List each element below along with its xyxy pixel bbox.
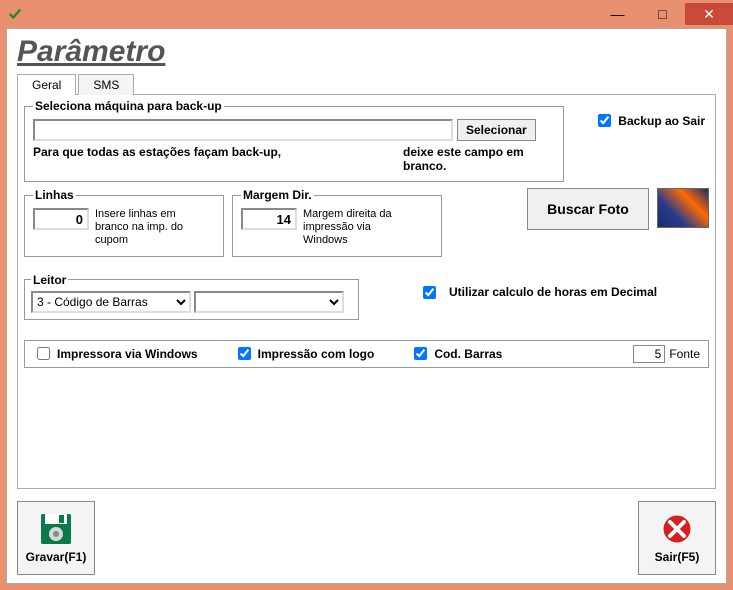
decimal-checkbox[interactable]: Utilizar calculo de horas em Decimal (419, 283, 663, 302)
titlebar: — □ ✕ (0, 0, 733, 28)
leitor-select-2[interactable] (194, 291, 344, 313)
linhas-desc: Insere linhas em branco na imp. do cupom (95, 208, 205, 248)
backup-path-input[interactable] (33, 119, 453, 141)
fieldset-linhas: Linhas Insere linhas em branco na imp. d… (24, 188, 224, 257)
exit-icon (660, 512, 694, 546)
selecionar-button[interactable]: Selecionar (457, 119, 536, 141)
leitor-select[interactable]: 3 - Código de Barras (31, 291, 191, 313)
fonte-input[interactable] (633, 345, 665, 363)
close-button[interactable]: ✕ (685, 3, 733, 25)
fonte-label: Fonte (669, 347, 700, 361)
linhas-legend: Linhas (33, 188, 76, 202)
decimal-input[interactable] (423, 286, 436, 299)
fieldset-backup: Seleciona máquina para back-up Seleciona… (24, 99, 564, 182)
cod-barras-checkbox[interactable]: Cod. Barras (410, 344, 502, 363)
impressora-checkbox[interactable]: Impressora via Windows (33, 344, 198, 363)
tab-sms[interactable]: SMS (78, 74, 134, 95)
tab-panel-geral: Seleciona máquina para back-up Seleciona… (17, 95, 716, 489)
backup-note-left: Para que todas as estações façam back-up… (33, 145, 403, 173)
fieldset-margem: Margem Dir. Margem direita da impressão … (232, 188, 442, 257)
tab-geral[interactable]: Geral (17, 74, 76, 95)
cod-barras-input[interactable] (414, 347, 427, 360)
buscar-foto-button[interactable]: Buscar Foto (527, 188, 649, 230)
minimize-button[interactable]: — (595, 3, 640, 25)
impressora-input[interactable] (37, 347, 50, 360)
tabstrip: Geral SMS (17, 73, 716, 95)
backup-ao-sair-checkbox[interactable]: Backup ao Sair (594, 111, 705, 130)
fieldset-leitor: Leitor 3 - Código de Barras (24, 273, 359, 320)
gravar-button[interactable]: Gravar(F1) (17, 501, 95, 575)
save-icon (39, 512, 73, 546)
fieldset-backup-legend: Seleciona máquina para back-up (33, 99, 224, 113)
backup-ao-sair-input[interactable] (598, 114, 611, 127)
margem-legend: Margem Dir. (241, 188, 314, 202)
margem-desc: Margem direita da impressão via Windows (303, 208, 413, 248)
margem-input[interactable] (241, 208, 297, 230)
impressao-logo-input[interactable] (238, 347, 251, 360)
photo-thumbnail[interactable] (657, 188, 709, 228)
page-title: Parâmetro (17, 35, 716, 69)
impressao-logo-checkbox[interactable]: Impressão com logo (234, 344, 375, 363)
main-panel: Parâmetro Geral SMS Seleciona máquina pa… (6, 28, 727, 584)
app-checkmark-icon (8, 7, 22, 21)
backup-note-right: deixe este campo em branco. (403, 145, 555, 173)
maximize-button[interactable]: □ (640, 3, 685, 25)
sair-button[interactable]: Sair(F5) (638, 501, 716, 575)
leitor-legend: Leitor (31, 273, 68, 287)
print-options-row: Impressora via Windows Impressão com log… (24, 340, 709, 368)
linhas-input[interactable] (33, 208, 89, 230)
